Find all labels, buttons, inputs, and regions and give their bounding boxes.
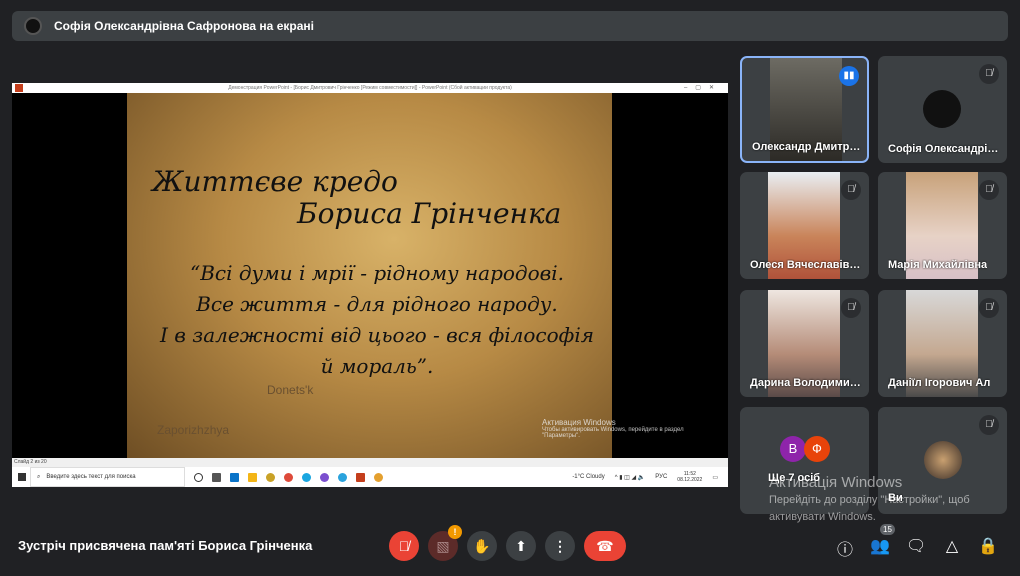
map-label: Zaporizhzhya <box>157 423 230 437</box>
windows-taskbar: ⌕ Введите здесь текст для поиска -1°C Cl… <box>12 467 728 487</box>
notifications-icon: ▭ <box>712 474 718 481</box>
skype-icon <box>302 472 311 482</box>
camera-toggle-button[interactable]: ▧ ! <box>428 525 462 561</box>
slide-title-line1: Життєве кредо <box>152 165 398 198</box>
participant-name: Софія Олександрівна <box>888 143 1000 155</box>
slide-title-line2: Бориса Грінченка <box>297 197 562 230</box>
meeting-details-button[interactable]: ⓘ <box>835 536 855 560</box>
participant-tile[interactable]: 🎙̸ Марія Михайлівна <box>878 172 1007 279</box>
speaking-indicator-icon: ▮▮ <box>839 66 859 86</box>
taskbar-search: ⌕ Введите здесь текст для поиска <box>30 467 185 487</box>
activities-button[interactable]: △ <box>942 536 962 556</box>
powerpoint-icon <box>15 84 23 92</box>
quote-line: Все життя - для рідного народу. <box>196 292 558 316</box>
participant-name: Даніїл Ігорович Ал <box>888 377 991 389</box>
avatar: Ф <box>804 436 830 462</box>
task-view-icon <box>212 472 221 482</box>
raise-hand-button[interactable]: ✋ <box>467 531 497 561</box>
mic-off-icon: 🎙̸ <box>979 415 999 435</box>
mic-off-icon: 🎙̸ <box>979 180 999 200</box>
slide-activation-watermark: Активация Windows Чтобы активировать Win… <box>542 418 702 439</box>
telegram-icon <box>338 472 347 482</box>
cortana-icon <box>194 472 203 482</box>
meeting-title: Зустріч присвячена пам'яті Бориса Грінче… <box>18 538 313 553</box>
viber-icon <box>320 472 329 482</box>
present-screen-button[interactable]: ⬆ <box>506 531 536 561</box>
explorer-icon <box>248 472 257 482</box>
chrome-icon <box>374 472 383 482</box>
mic-off-icon: 🎙̸ <box>841 180 861 200</box>
participant-tile[interactable]: 🎙̸ Дарина Володимирівна <box>740 290 869 397</box>
tray-icons: ^ ▮ ◫ ◢ 🔈 <box>614 474 646 481</box>
hang-up-icon: ☎ <box>596 538 614 554</box>
quote-line: й мораль”. <box>320 354 434 378</box>
presenter-banner: Софія Олександрівна Сафронова на екрані <box>12 11 1008 41</box>
info-icon: ⓘ <box>836 542 853 559</box>
slide-quote: “Всі думи і мрії - рідному народові. Все… <box>157 258 597 382</box>
participant-name: Олеся Вячеславівна <box>750 259 862 271</box>
activities-icon: △ <box>945 538 959 555</box>
participant-name: Олександр Дмитрович <box>752 141 864 153</box>
weather: -1°C Cloudy <box>572 474 605 480</box>
chat-icon: 🗨 <box>906 538 927 555</box>
mic-off-icon: 🎙̸ <box>398 538 410 554</box>
app-icon <box>266 472 275 482</box>
lock-person-icon: 🔒 <box>978 538 998 555</box>
powerpoint-title-bar: Демонстрация PowerPoint - [Борис Дмитров… <box>12 83 728 93</box>
participant-avatar <box>923 90 961 128</box>
ppt-status-bar: Слайд 2 из 20 <box>12 458 728 467</box>
leave-call-button[interactable]: ☎ <box>584 531 626 561</box>
store-icon <box>230 472 239 482</box>
presenter-banner-text: Софія Олександрівна Сафронова на екрані <box>54 19 314 33</box>
mic-off-icon: 🎙̸ <box>841 298 861 318</box>
windows-activation-watermark: Активація Windows Перейдіть до розділу "… <box>769 474 970 525</box>
date: 08.12.2022 <box>677 477 703 483</box>
quote-line: І в залежності від цього - вся філософія <box>160 323 594 347</box>
quote-line: “Всі думи і мрії - рідному народові. <box>189 261 565 285</box>
participant-tile[interactable]: ▮▮ Олександр Дмитрович <box>740 56 869 163</box>
participant-tile[interactable]: 🎙̸ Олеся Вячеславівна <box>740 172 869 279</box>
activation-line: активувати Windows. <box>769 511 876 523</box>
participant-name: Дарина Володимирівна <box>750 377 862 389</box>
host-controls-button[interactable]: 🔒 <box>978 536 998 556</box>
participant-count-badge: 15 <box>880 524 895 535</box>
chat-button[interactable]: 🗨 <box>906 536 926 556</box>
camera-off-icon: ▧ <box>436 538 450 554</box>
slide: Життєве кредо Бориса Грінченка “Всі думи… <box>127 93 684 458</box>
avatar: В <box>780 436 806 462</box>
more-options-button[interactable]: ⋮ <box>545 531 575 561</box>
chrome-icon <box>284 472 293 482</box>
search-placeholder: Введите здесь текст для поиска <box>46 474 136 480</box>
activation-subtext: Чтобы активировать Windows, перейдите в … <box>542 427 684 439</box>
mic-off-icon: 🎙̸ <box>979 298 999 318</box>
mic-toggle-button[interactable]: 🎙̸ <box>389 531 419 561</box>
shared-screen: Демонстрация PowerPoint - [Борис Дмитров… <box>12 83 728 487</box>
mic-off-icon: 🎙̸ <box>979 64 999 84</box>
windows-start-icon <box>18 473 26 481</box>
window-controls: –▢✕ <box>683 85 722 91</box>
warning-badge: ! <box>448 525 462 539</box>
search-icon: ⌕ <box>37 473 41 480</box>
more-vert-icon: ⋮ <box>553 538 567 554</box>
language: РУС <box>655 474 668 480</box>
system-tray: -1°C Cloudy ^ ▮ ◫ ◢ 🔈 РУС 11:52 08.12.202… <box>572 471 728 483</box>
hand-icon: ✋ <box>473 538 491 554</box>
participant-tile[interactable]: 🎙̸ Даніїл Ігорович Ал <box>878 290 1007 397</box>
map-label: Donets'k <box>267 383 314 397</box>
participant-tile[interactable]: 🎙̸ Софія Олександрівна <box>878 56 1007 163</box>
activation-title: Активація Windows <box>769 474 903 491</box>
activation-text: Активация Windows <box>542 418 616 427</box>
window-title: Демонстрация PowerPoint - [Борис Дмитров… <box>228 85 512 91</box>
people-icon: 👥 <box>870 538 890 555</box>
presenter-avatar <box>24 17 42 35</box>
activation-line: Перейдіть до розділу "Настройки", щоб <box>769 494 970 506</box>
powerpoint-taskbar-icon <box>356 472 365 482</box>
participant-name: Марія Михайлівна <box>888 259 988 271</box>
clock: 11:52 08.12.2022 <box>677 471 702 483</box>
present-icon: ⬆ <box>515 538 527 554</box>
people-button[interactable]: 👥 15 <box>870 524 895 556</box>
